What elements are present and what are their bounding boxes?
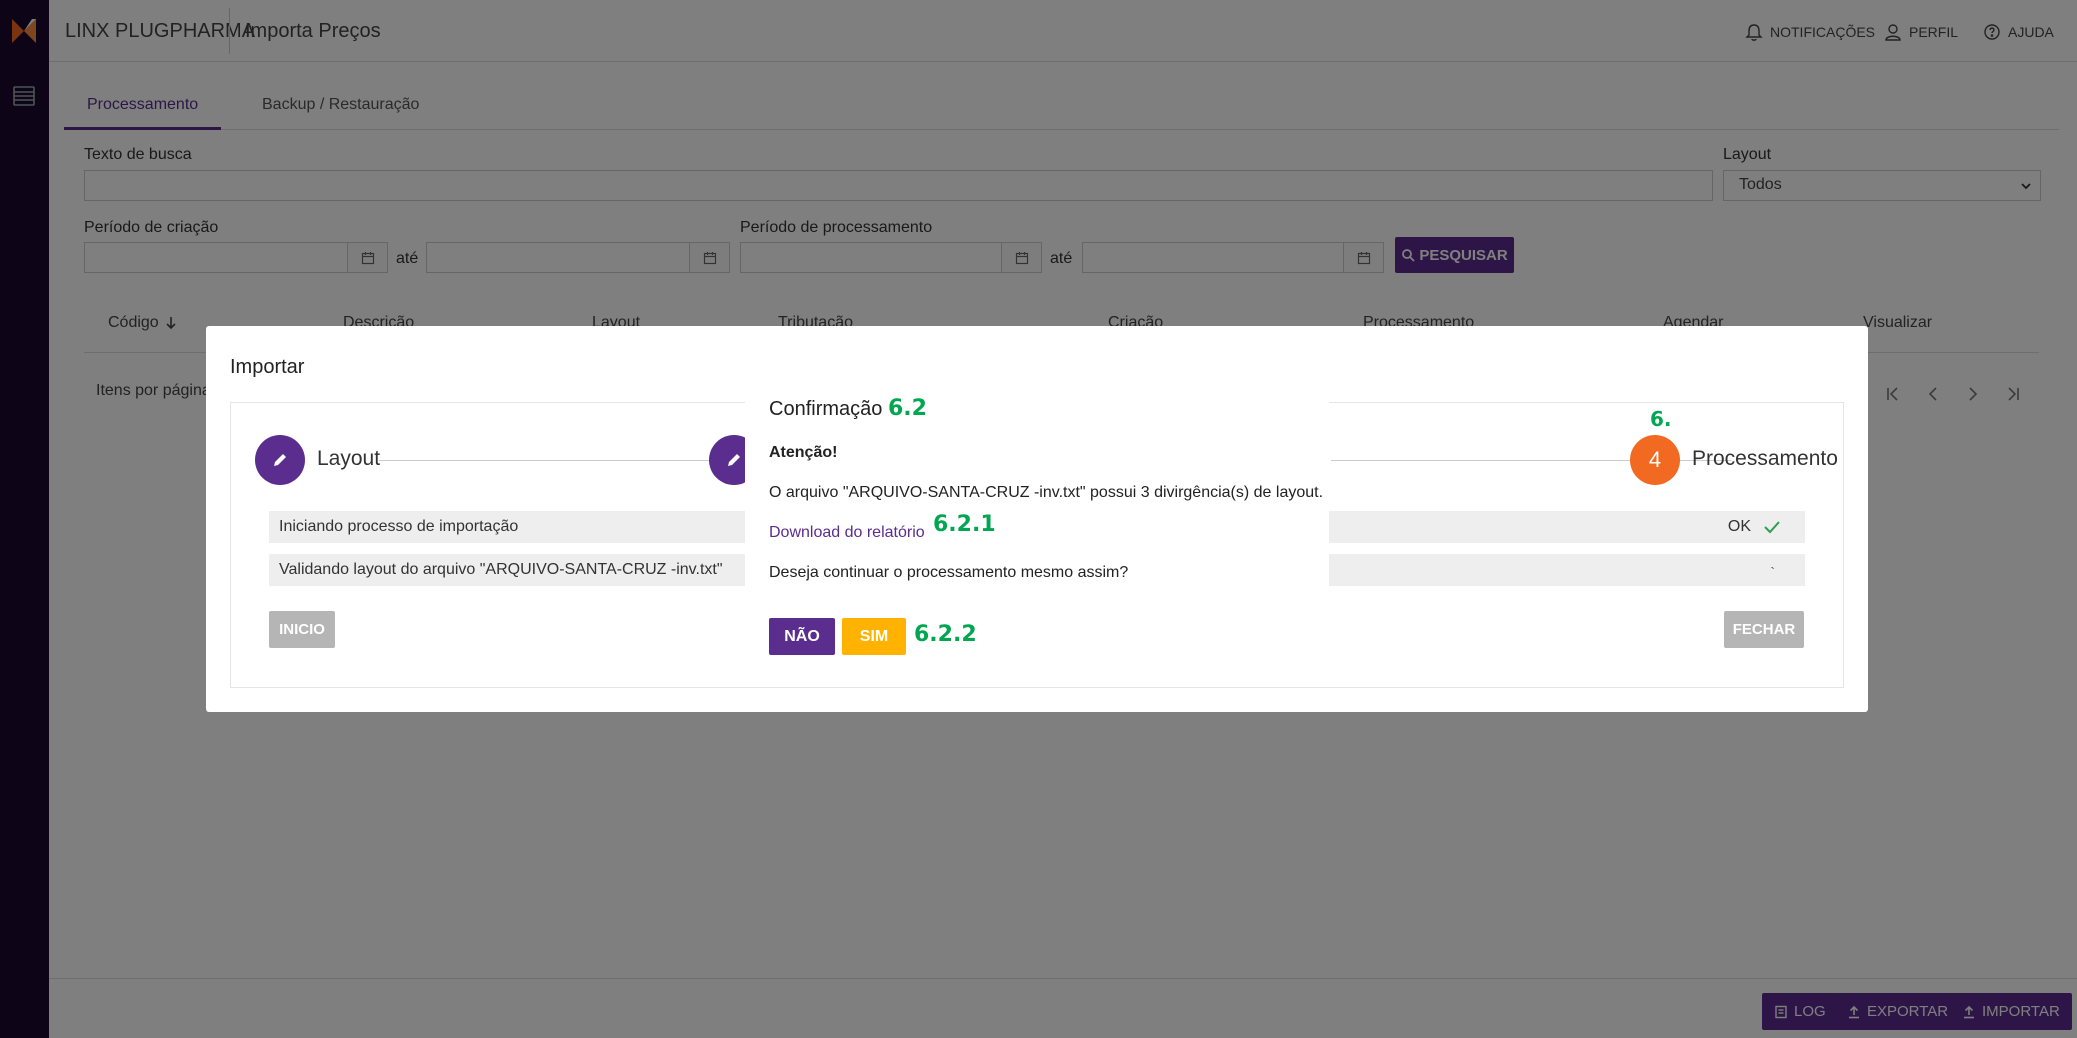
step-layout-circle[interactable] — [255, 435, 305, 485]
step-processamento-circle[interactable]: 4 — [1630, 435, 1680, 485]
step-annotation: 6. — [1650, 407, 1672, 431]
close-button[interactable]: FECHAR — [1724, 611, 1804, 648]
status-row-ok: OK — [1727, 518, 1751, 535]
status-row-text: Validando layout do arquivo "ARQUIVO-SAN… — [279, 561, 723, 578]
check-icon — [1764, 521, 1780, 534]
pencil-icon — [274, 454, 286, 466]
step-processamento-label: Processamento — [1692, 447, 1838, 470]
divergence-message: O arquivo "ARQUIVO-SANTA-CRUZ -inv.txt" … — [769, 484, 1324, 501]
buttons-annotation: 6.2.2 — [914, 622, 977, 647]
title-annotation: 6.2 — [887, 396, 927, 421]
no-button[interactable]: NÃO — [769, 618, 835, 655]
yes-button[interactable]: SIM — [842, 618, 906, 655]
attention-label: Atenção! — [769, 444, 838, 461]
start-button[interactable]: INICIO — [269, 611, 335, 648]
pencil-icon — [728, 454, 740, 466]
confirmation-title-text: Confirmação — [769, 398, 883, 420]
continue-question: Deseja continuar o processamento mesmo a… — [769, 564, 1129, 581]
import-modal-title: Importar — [230, 356, 305, 378]
confirmation-title: Confirmação 6.2 — [769, 396, 927, 421]
download-report-link[interactable]: Download do relatório — [769, 524, 925, 542]
step-layout-label: Layout — [317, 447, 381, 470]
link-annotation: 6.2.1 — [933, 512, 996, 537]
confirmation-dialog: Confirmação 6.2 Atenção! O arquivo "ARQU… — [745, 366, 1329, 671]
status-row-text: Iniciando processo de importação — [279, 518, 519, 535]
status-row-progress: ` — [1770, 564, 1775, 580]
